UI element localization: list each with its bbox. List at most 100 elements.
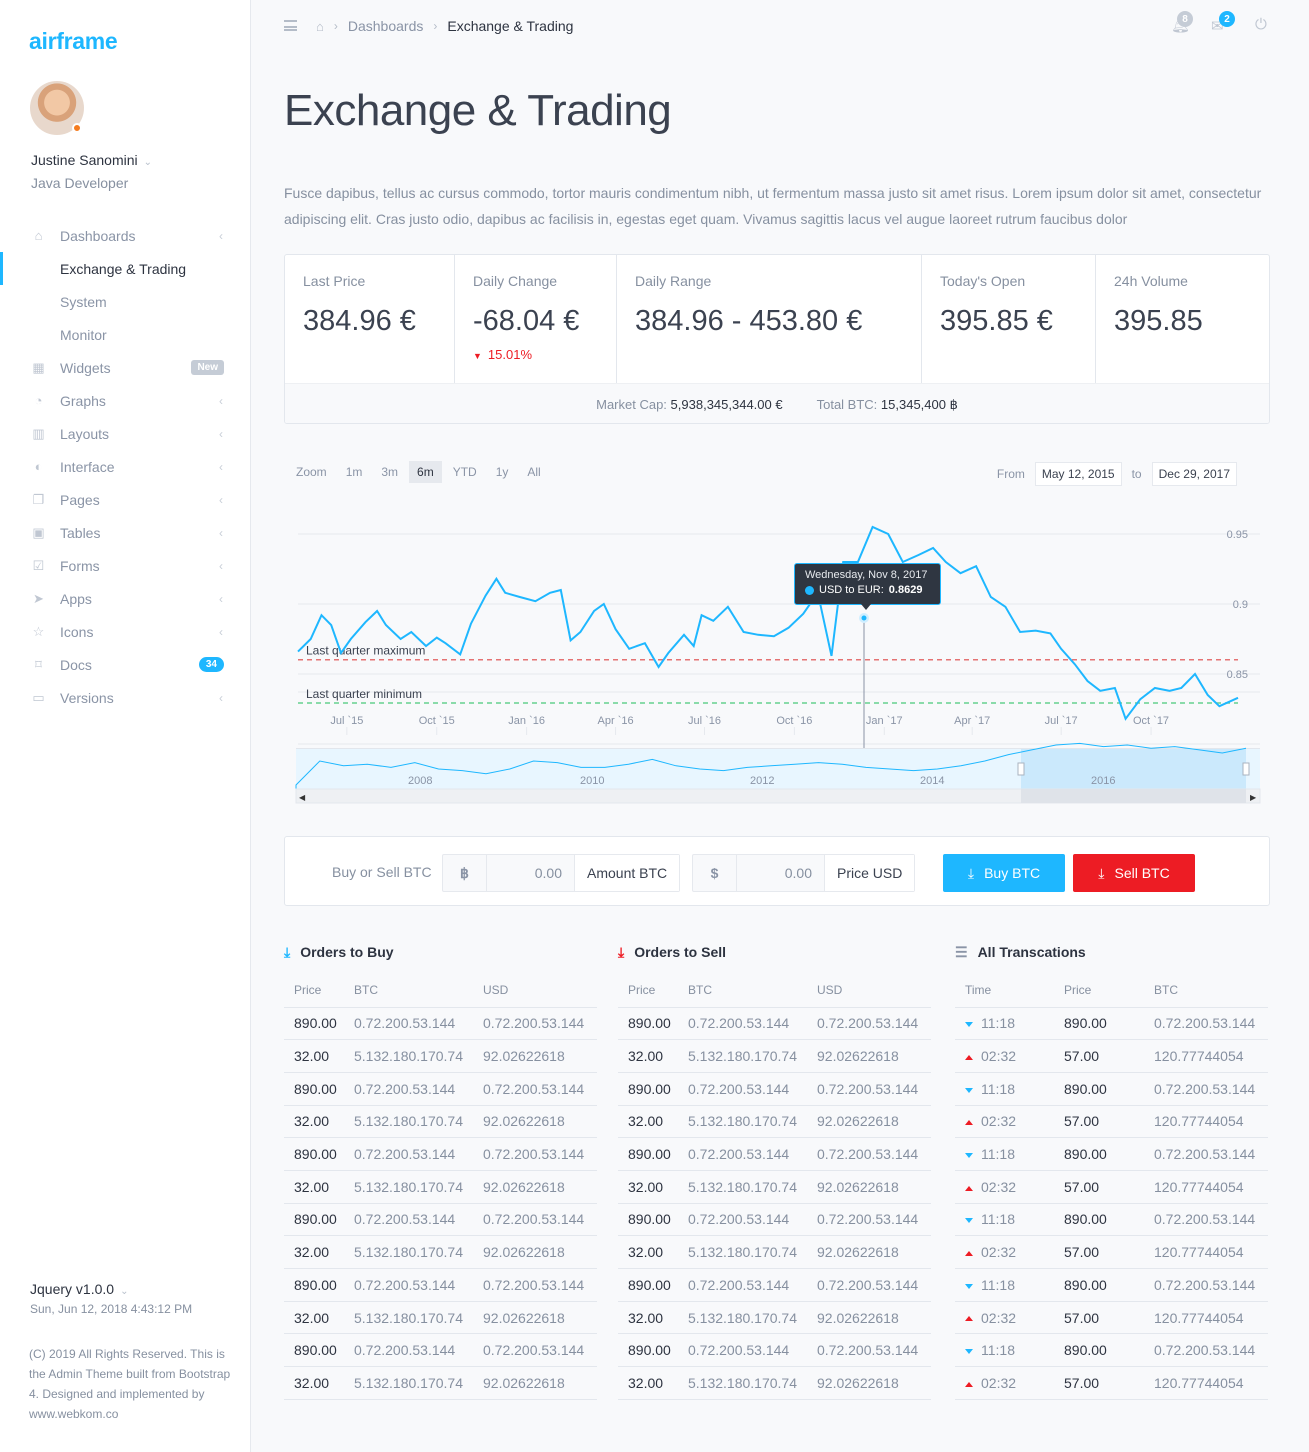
price-chart[interactable]: 0.85 0.9 0.95 Last quarter maximum Last quar… bbox=[290, 520, 1270, 810]
table-row[interactable]: 32.00 5.132.180.170.74 92.02622618 bbox=[284, 1301, 597, 1335]
th-large-icon: ▦ bbox=[32, 359, 45, 375]
col-btc[interactable]: BTC bbox=[678, 974, 807, 1008]
sidebar-item-versions[interactable]: ▭ Versions ‹ bbox=[0, 681, 250, 714]
version-menu[interactable]: Jquery v1.0.0 ⌄ bbox=[30, 1281, 128, 1297]
stat-label: Today's Open bbox=[940, 273, 1026, 289]
caret-up-icon bbox=[965, 1316, 973, 1322]
home-icon[interactable]: ⌂ bbox=[316, 19, 324, 34]
range-all[interactable]: All bbox=[519, 461, 548, 483]
table-row[interactable]: 11:18 890.00 0.72.200.53.144 bbox=[955, 1137, 1268, 1171]
table-row[interactable]: 890.00 0.72.200.53.144 0.72.200.53.144 bbox=[284, 1268, 597, 1302]
cell-btc: 0.72.200.53.144 bbox=[344, 1333, 473, 1368]
cell-btc: 0.72.200.53.144 bbox=[678, 1333, 807, 1368]
table-row[interactable]: 890.00 0.72.200.53.144 0.72.200.53.144 bbox=[284, 1007, 597, 1041]
range-6m[interactable]: 6m bbox=[409, 461, 442, 483]
stat-volume: 24h Volume 395.85 bbox=[1096, 255, 1269, 383]
table-row[interactable]: 32.00 5.132.180.170.74 92.02622618 bbox=[284, 1170, 597, 1204]
mouse-pointer-icon: ➤ bbox=[33, 590, 44, 606]
sidebar-item-icons[interactable]: ☆ Icons ‹ bbox=[0, 615, 250, 648]
col-price[interactable]: Price bbox=[284, 974, 344, 1008]
col-price[interactable]: Price bbox=[618, 974, 678, 1008]
cell-time: 11:18 bbox=[955, 1137, 1054, 1171]
transactions-title: All Transcations bbox=[977, 944, 1086, 960]
col-price[interactable]: Price bbox=[1054, 974, 1144, 1008]
table-row[interactable]: 32.00 5.132.180.170.74 92.02622618 bbox=[618, 1235, 931, 1269]
price-input[interactable] bbox=[737, 855, 825, 891]
sidebar-item-forms[interactable]: ☑ Forms ‹ bbox=[0, 549, 250, 582]
table-row[interactable]: 11:18 890.00 0.72.200.53.144 bbox=[955, 1072, 1268, 1106]
table-row[interactable]: 890.00 0.72.200.53.144 0.72.200.53.144 bbox=[284, 1203, 597, 1237]
table-row[interactable]: 32.00 5.132.180.170.74 92.02622618 bbox=[284, 1039, 597, 1073]
table-row[interactable]: 890.00 0.72.200.53.144 0.72.200.53.144 bbox=[284, 1333, 597, 1368]
sidebar-item-exchange-trading[interactable]: Exchange & Trading bbox=[0, 252, 250, 285]
sidebar-item-monitor[interactable]: Monitor bbox=[0, 318, 250, 351]
range-1m[interactable]: 1m bbox=[338, 461, 371, 483]
cell-time: 11:18 bbox=[955, 1007, 1054, 1041]
table-row[interactable]: 32.00 5.132.180.170.74 92.02622618 bbox=[618, 1366, 931, 1400]
table-row[interactable]: 32.00 5.132.180.170.74 92.02622618 bbox=[618, 1039, 931, 1073]
col-btc[interactable]: BTC bbox=[344, 974, 473, 1008]
table-row[interactable]: 32.00 5.132.180.170.74 92.02622618 bbox=[284, 1366, 597, 1400]
table-row[interactable]: 32.00 5.132.180.170.74 92.02622618 bbox=[618, 1105, 931, 1139]
table-row[interactable]: 02:32 57.00 120.77744054 bbox=[955, 1235, 1268, 1269]
menu-toggle-icon[interactable] bbox=[284, 20, 297, 31]
sidebar-item-widgets[interactable]: ▦ Widgets New bbox=[0, 351, 250, 384]
scrollbar-thumb[interactable] bbox=[1021, 789, 1246, 803]
table-row[interactable]: 32.00 5.132.180.170.74 92.02622618 bbox=[618, 1301, 931, 1335]
table-row[interactable]: 02:32 57.00 120.77744054 bbox=[955, 1039, 1268, 1073]
table-row[interactable]: 02:32 57.00 120.77744054 bbox=[955, 1105, 1268, 1139]
col-usd[interactable]: USD bbox=[473, 974, 597, 1008]
table-row[interactable]: 890.00 0.72.200.53.144 0.72.200.53.144 bbox=[618, 1072, 931, 1106]
table-row[interactable]: 32.00 5.132.180.170.74 92.02622618 bbox=[618, 1170, 931, 1204]
navigator-handle-right[interactable] bbox=[1242, 762, 1250, 776]
table-row[interactable]: 11:18 890.00 0.72.200.53.144 bbox=[955, 1203, 1268, 1237]
table-row[interactable]: 11:18 890.00 0.72.200.53.144 bbox=[955, 1268, 1268, 1302]
market-cap-value: 5,938,345,344.00 € bbox=[670, 397, 783, 412]
col-time[interactable]: Time bbox=[955, 974, 1054, 1008]
range-3m[interactable]: 3m bbox=[373, 461, 406, 483]
sidebar-item-pages[interactable]: ❐ Pages ‹ bbox=[0, 483, 250, 516]
table-row[interactable]: 890.00 0.72.200.53.144 0.72.200.53.144 bbox=[284, 1072, 597, 1106]
amount-input[interactable] bbox=[487, 855, 575, 891]
table-row[interactable]: 890.00 0.72.200.53.144 0.72.200.53.144 bbox=[618, 1203, 931, 1237]
breadcrumb-dashboards[interactable]: Dashboards bbox=[348, 18, 424, 34]
stat-label: Last Price bbox=[303, 273, 366, 289]
table-row[interactable]: 890.00 0.72.200.53.144 0.72.200.53.144 bbox=[284, 1137, 597, 1171]
sidebar-item-docs[interactable]: ⌑ Docs 34 bbox=[0, 648, 250, 681]
table-row[interactable]: 890.00 0.72.200.53.144 0.72.200.53.144 bbox=[618, 1268, 931, 1302]
table-row[interactable]: 02:32 57.00 120.77744054 bbox=[955, 1170, 1268, 1204]
sidebar-item-apps[interactable]: ➤ Apps ‹ bbox=[0, 582, 250, 615]
caret-down-icon bbox=[965, 1022, 973, 1028]
avatar[interactable] bbox=[30, 81, 84, 135]
user-menu[interactable]: Justine Sanomini ⌄ bbox=[31, 152, 152, 168]
range-1y[interactable]: 1y bbox=[488, 461, 517, 483]
table-row[interactable]: 890.00 0.72.200.53.144 0.72.200.53.144 bbox=[618, 1007, 931, 1041]
to-date-input[interactable]: Dec 29, 2017 bbox=[1151, 462, 1237, 486]
sidebar-item-dashboards[interactable]: ⌂ Dashboards ‹ bbox=[0, 219, 250, 252]
table-row[interactable]: 32.00 5.132.180.170.74 92.02622618 bbox=[284, 1105, 597, 1139]
col-usd[interactable]: USD bbox=[807, 974, 931, 1008]
table-row[interactable]: 32.00 5.132.180.170.74 92.02622618 bbox=[284, 1235, 597, 1269]
table-row[interactable]: 11:18 890.00 0.72.200.53.144 bbox=[955, 1333, 1268, 1368]
table-row[interactable]: 890.00 0.72.200.53.144 0.72.200.53.144 bbox=[618, 1137, 931, 1171]
table-row[interactable]: 02:32 57.00 120.77744054 bbox=[955, 1366, 1268, 1400]
orders-sell-title: Orders to Sell bbox=[634, 944, 727, 960]
sidebar-item-graphs[interactable]: ◔ Graphs ‹ bbox=[0, 384, 250, 417]
cell-price: 32.00 bbox=[618, 1105, 678, 1139]
sidebar-item-tables[interactable]: ▣ Tables ‹ bbox=[0, 516, 250, 549]
from-date-input[interactable]: May 12, 2015 bbox=[1034, 462, 1122, 486]
table-row[interactable]: 11:18 890.00 0.72.200.53.144 bbox=[955, 1007, 1268, 1041]
navigator-handle-left[interactable] bbox=[1017, 762, 1025, 776]
table-row[interactable]: 890.00 0.72.200.53.144 0.72.200.53.144 bbox=[618, 1333, 931, 1368]
table-row[interactable]: 02:32 57.00 120.77744054 bbox=[955, 1301, 1268, 1335]
power-icon[interactable]: ⏻ bbox=[1255, 16, 1267, 33]
sidebar-item-label: Monitor bbox=[60, 326, 107, 343]
buy-button[interactable]: ⤓ Buy BTC bbox=[943, 854, 1065, 892]
range-ytd[interactable]: YTD bbox=[445, 461, 485, 483]
logo[interactable]: airframe bbox=[29, 28, 118, 55]
sidebar-item-layouts[interactable]: ▥ Layouts ‹ bbox=[0, 417, 250, 450]
sidebar-item-interface[interactable]: ◐ Interface ‹ bbox=[0, 450, 250, 483]
sell-button[interactable]: ⤓ Sell BTC bbox=[1073, 854, 1195, 892]
sidebar-item-system[interactable]: System bbox=[0, 285, 250, 318]
col-btc[interactable]: BTC bbox=[1144, 974, 1268, 1008]
